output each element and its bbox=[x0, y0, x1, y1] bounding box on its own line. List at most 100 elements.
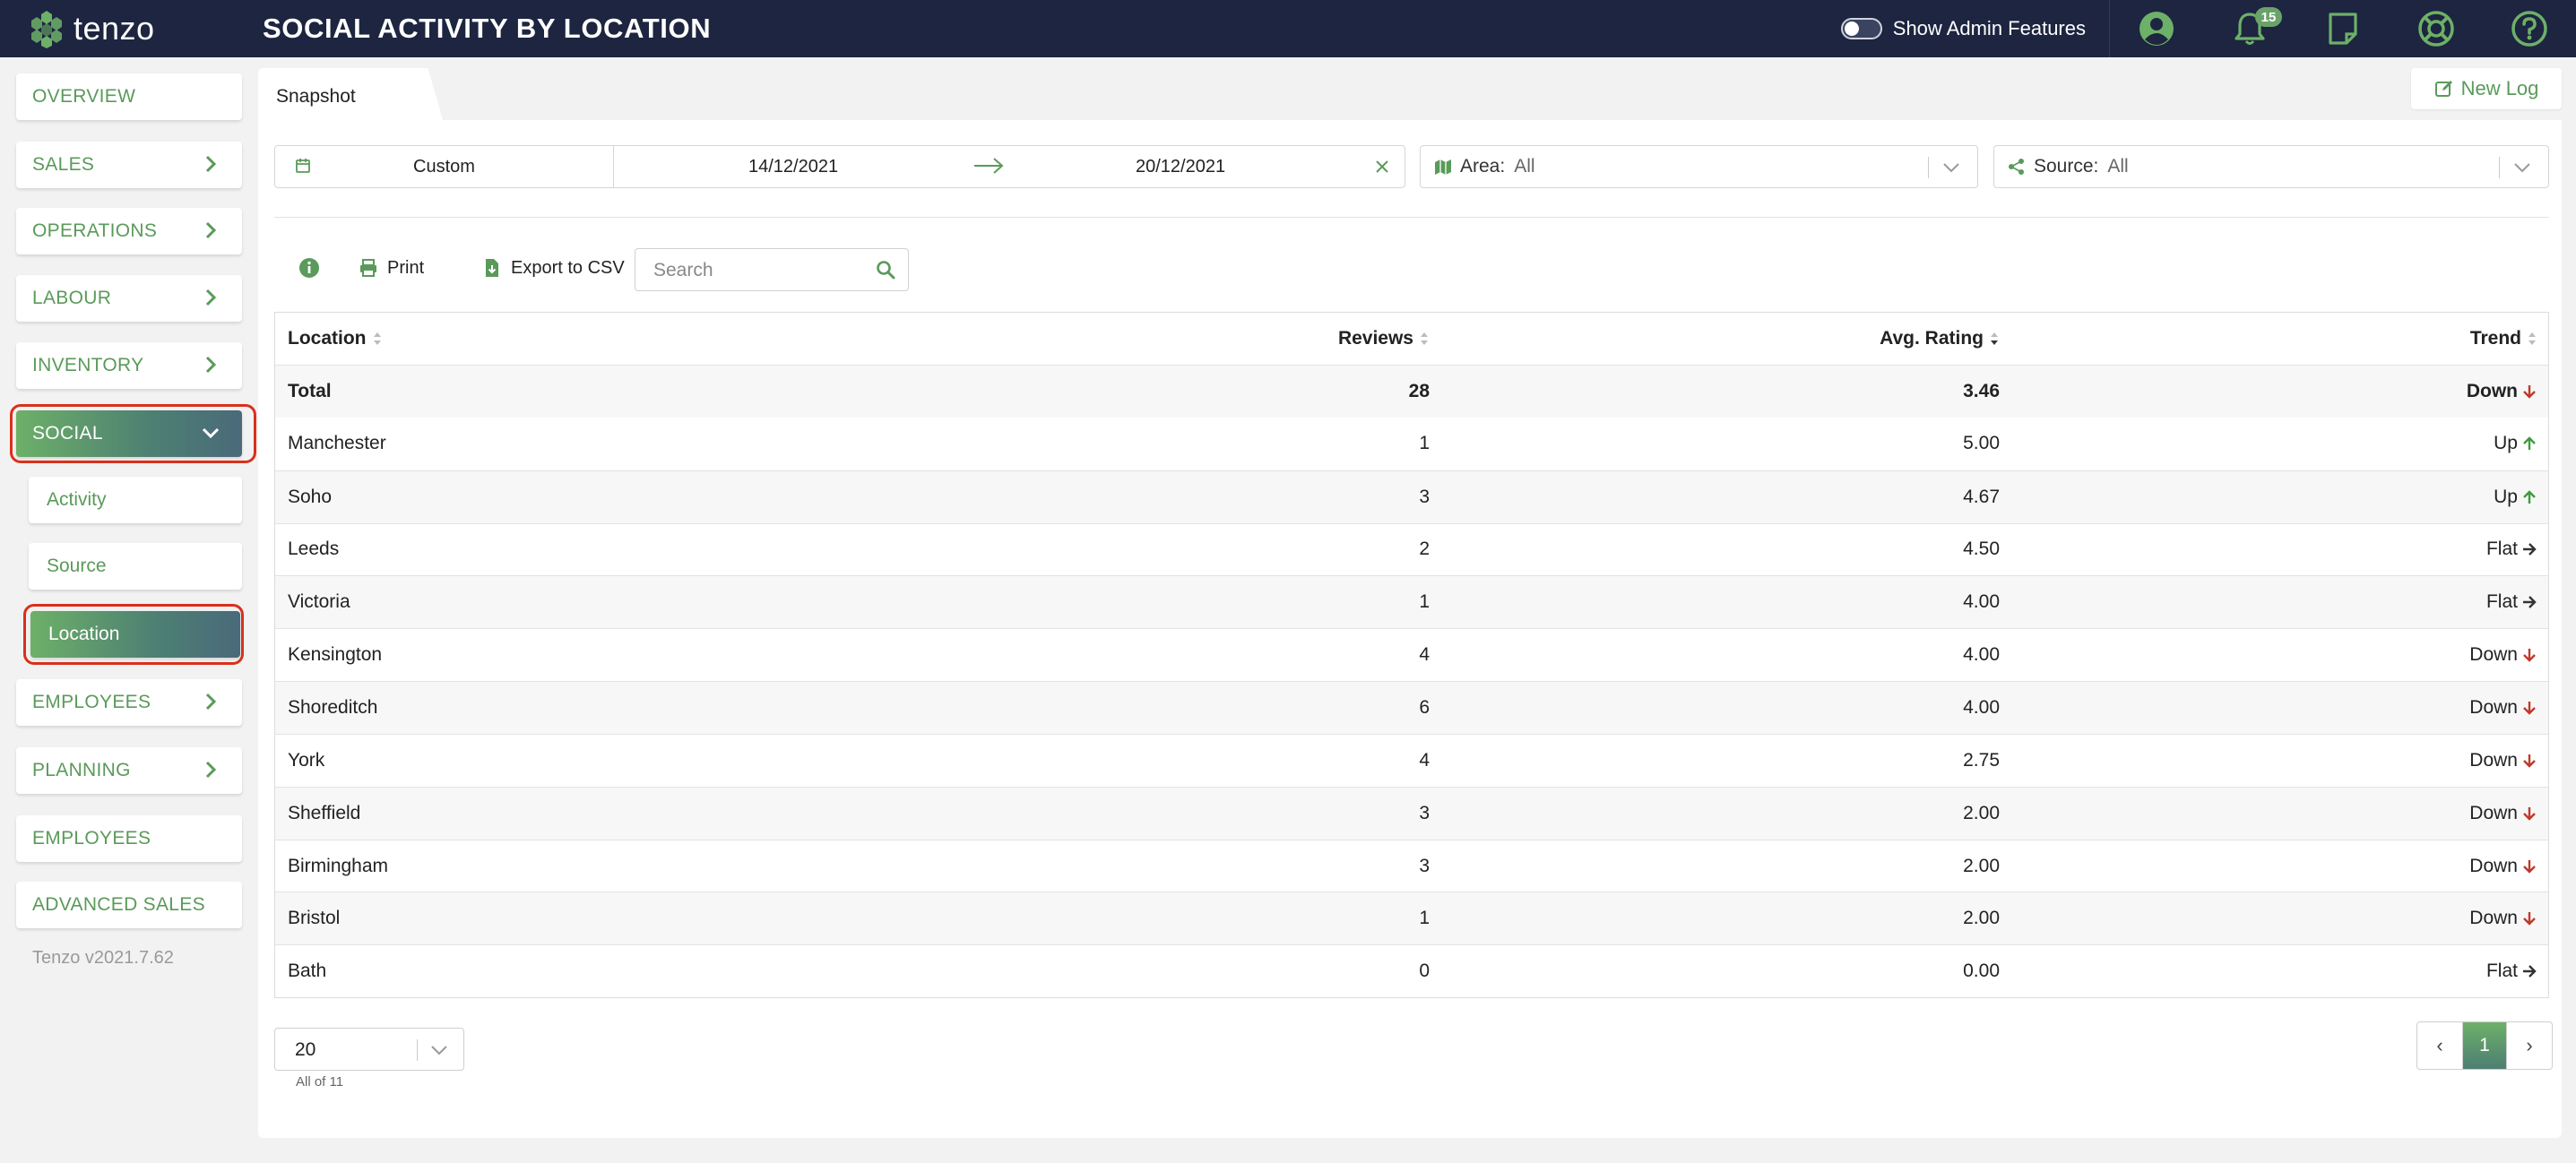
cell-trend: Flat bbox=[2486, 576, 2537, 628]
column-header-trend[interactable]: Trend bbox=[2470, 313, 2537, 365]
cell-reviews: 28 bbox=[1408, 380, 1430, 401]
app-version: Tenzo v2021.7.62 bbox=[32, 948, 174, 968]
cell-trend: Down bbox=[2469, 840, 2537, 892]
notes-button[interactable] bbox=[2296, 0, 2390, 57]
page-size-select[interactable]: 20 bbox=[274, 1028, 464, 1071]
nav-label: OPERATIONS bbox=[32, 220, 158, 241]
nav-label: PLANNING bbox=[32, 760, 131, 780]
nav-sub-label: Location bbox=[48, 624, 120, 644]
column-header-reviews[interactable]: Reviews bbox=[1338, 313, 1430, 365]
arrow-right-icon bbox=[2523, 596, 2537, 609]
share-icon bbox=[2009, 159, 2024, 175]
source-select[interactable]: Source: All bbox=[1993, 145, 2549, 188]
column-label: Location bbox=[288, 328, 367, 349]
user-menu-button[interactable] bbox=[2110, 0, 2203, 57]
toggle-switch[interactable] bbox=[1840, 18, 1882, 39]
cell-avg-rating: 4.67 bbox=[1963, 486, 2000, 507]
support-button[interactable] bbox=[2390, 0, 2483, 57]
pagination: ‹ 1 › bbox=[2416, 1021, 2553, 1070]
printer-icon bbox=[360, 259, 376, 277]
trend-label: Flat bbox=[2485, 961, 2518, 982]
cell-trend: Up bbox=[2494, 471, 2537, 523]
nav-social[interactable]: SOCIAL bbox=[16, 410, 242, 457]
cell-trend: Down bbox=[2469, 892, 2537, 944]
select-divider bbox=[2499, 157, 2500, 178]
table-row: Kensington 4 4.00 Down bbox=[275, 628, 2548, 681]
new-log-button[interactable]: New Log bbox=[2411, 68, 2562, 109]
nav-inventory[interactable]: INVENTORY bbox=[16, 342, 242, 389]
cell-avg-rating: 4.50 bbox=[1963, 538, 2000, 560]
nav-sales[interactable]: SALES bbox=[16, 142, 242, 188]
cell-trend: Flat bbox=[2486, 524, 2537, 576]
tab-snapshot[interactable]: Snapshot bbox=[258, 68, 443, 120]
table-row: Bath 0 0.00 Flat bbox=[275, 944, 2548, 997]
nav-social-location[interactable]: Location bbox=[30, 611, 240, 658]
trend-label: Flat bbox=[2485, 591, 2518, 613]
cell-location: Manchester bbox=[288, 433, 386, 454]
table-row: Sheffield 3 2.00 Down bbox=[275, 786, 2548, 840]
nav-sub-label: Source bbox=[47, 556, 107, 576]
trend-label: Down bbox=[2469, 908, 2518, 929]
arrow-down-icon bbox=[2523, 859, 2536, 874]
area-label: Area: bbox=[1460, 156, 1506, 177]
export-csv-button[interactable]: Export to CSV bbox=[482, 254, 625, 281]
next-page-button[interactable]: › bbox=[2507, 1022, 2552, 1069]
print-button[interactable]: Print bbox=[359, 254, 424, 281]
date-to-input[interactable]: 20/12/2021 bbox=[1136, 157, 1225, 177]
nav-social-activity[interactable]: Activity bbox=[29, 477, 242, 523]
search-icon[interactable] bbox=[876, 260, 895, 280]
area-select[interactable]: Area: All bbox=[1420, 145, 1978, 188]
table-total-row: Total 28 3.46 Down bbox=[275, 365, 2548, 418]
arrow-down-icon bbox=[2523, 384, 2536, 399]
date-range-type: Custom bbox=[413, 156, 475, 177]
tenzo-logo[interactable]: tenzo bbox=[27, 9, 260, 48]
chevron-right-icon bbox=[205, 155, 217, 173]
nav-social-source[interactable]: Source bbox=[29, 543, 242, 590]
arrow-right-icon bbox=[2523, 543, 2537, 556]
print-label: Print bbox=[387, 257, 425, 278]
date-range-type-select[interactable]: Custom bbox=[275, 146, 614, 187]
new-log-label: New Log bbox=[2460, 77, 2539, 99]
cell-reviews: 1 bbox=[1419, 908, 1430, 929]
admin-toggle-label: Show Admin Features bbox=[1892, 17, 2086, 39]
date-from-input[interactable]: 14/12/2021 bbox=[748, 157, 838, 177]
close-icon[interactable] bbox=[1374, 159, 1390, 175]
notifications-button[interactable]: 15 bbox=[2203, 0, 2296, 57]
nav-label: EMPLOYEES bbox=[32, 828, 151, 849]
chevron-down-icon bbox=[431, 1046, 447, 1055]
cell-location: York bbox=[288, 749, 325, 771]
table-row: Leeds 2 4.50 Flat bbox=[275, 522, 2548, 576]
nav-operations[interactable]: OPERATIONS bbox=[16, 208, 242, 254]
trend-label: Down bbox=[2469, 802, 2518, 823]
cell-location: Leeds bbox=[288, 538, 340, 560]
nav-employees[interactable]: EMPLOYEES bbox=[16, 679, 242, 726]
toggle-knob bbox=[1844, 22, 1859, 36]
prev-page-button[interactable]: ‹ bbox=[2417, 1022, 2462, 1069]
info-icon[interactable] bbox=[298, 257, 320, 279]
column-header-avg-rating[interactable]: Avg. Rating bbox=[1880, 313, 2000, 365]
nav-employees-2[interactable]: EMPLOYEES bbox=[16, 815, 242, 862]
cell-trend: Down bbox=[2469, 735, 2537, 787]
help-button[interactable] bbox=[2483, 0, 2576, 57]
trend-label: Up bbox=[2494, 486, 2518, 507]
cell-location: Shoreditch bbox=[288, 696, 378, 718]
nav-planning[interactable]: PLANNING bbox=[16, 747, 242, 794]
nav-overview[interactable]: OVERVIEW bbox=[16, 73, 242, 120]
search-input[interactable] bbox=[653, 259, 869, 282]
nav-labour[interactable]: LABOUR bbox=[16, 275, 242, 322]
column-header-location[interactable]: Location bbox=[288, 313, 383, 365]
table-row: Soho 3 4.67 Up bbox=[275, 470, 2548, 523]
locations-table: Location Reviews Avg. Rating Trend Total… bbox=[274, 312, 2549, 999]
table-body: Manchester 1 5.00 Up Soho 3 4.67 Up Leeds 2 4.50 Fl… bbox=[275, 418, 2548, 997]
cell-location: Victoria bbox=[288, 591, 350, 613]
cell-avg-rating: 5.00 bbox=[1963, 433, 2000, 454]
column-label: Reviews bbox=[1337, 328, 1413, 349]
tab-label: Snapshot bbox=[276, 86, 356, 107]
top-right-controls: Show Admin Features 15 bbox=[1840, 0, 2576, 57]
nav-label: SALES bbox=[32, 154, 95, 175]
admin-features-toggle[interactable]: Show Admin Features bbox=[1840, 17, 2086, 40]
note-icon bbox=[2329, 13, 2357, 45]
trend-label: Down bbox=[2469, 855, 2518, 876]
nav-advanced-sales[interactable]: ADVANCED SALES bbox=[16, 882, 242, 928]
page-1-button[interactable]: 1 bbox=[2462, 1022, 2507, 1069]
